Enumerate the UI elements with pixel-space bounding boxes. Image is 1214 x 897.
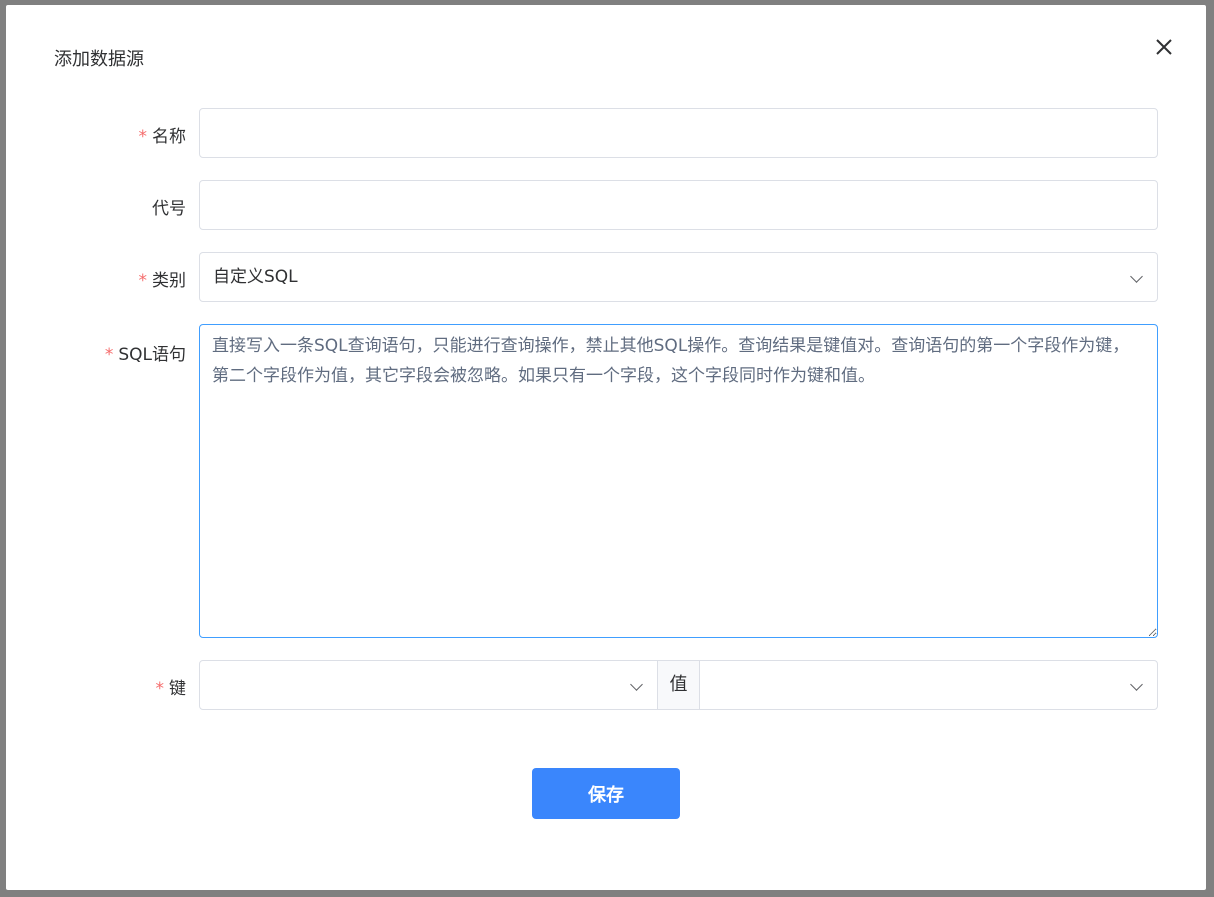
required-mark: * — [138, 271, 148, 291]
category-select[interactable]: 自定义SQL — [199, 252, 1158, 302]
category-label: 类别 — [152, 271, 186, 291]
close-icon[interactable] — [1153, 36, 1175, 58]
value-label: 值 — [657, 661, 700, 709]
key-label: 键 — [169, 679, 186, 699]
sql-textarea[interactable] — [199, 324, 1158, 638]
sql-label: SQL语句 — [118, 345, 186, 365]
code-label: 代号 — [152, 199, 186, 219]
name-label: 名称 — [152, 127, 186, 147]
chevron-down-icon — [1130, 270, 1143, 283]
chevron-down-icon — [630, 678, 643, 691]
code-input[interactable] — [199, 180, 1158, 230]
add-datasource-dialog: 添加数据源 *名称 代号 *类别 自定义SQL *SQL语句 *键 值 保存 — [6, 5, 1206, 890]
name-input[interactable] — [199, 108, 1158, 158]
required-mark: * — [138, 127, 148, 147]
key-select[interactable] — [200, 661, 657, 709]
category-value: 自定义SQL — [213, 267, 298, 287]
save-button[interactable]: 保存 — [532, 768, 680, 819]
required-mark: * — [155, 679, 165, 699]
required-mark: * — [104, 345, 114, 365]
chevron-down-icon — [1130, 678, 1143, 691]
value-select[interactable] — [700, 661, 1157, 709]
dialog-title: 添加数据源 — [54, 49, 144, 70]
